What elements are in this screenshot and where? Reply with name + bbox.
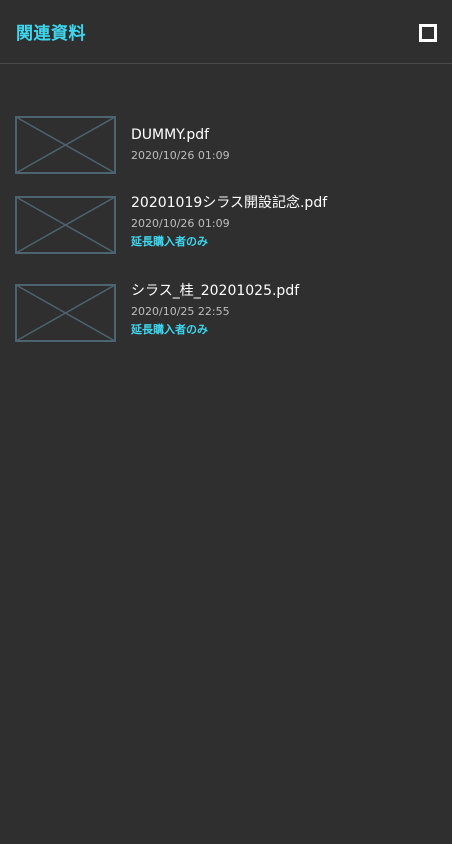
list-item[interactable]: DUMMY.pdf 2020/10/26 01:09 (0, 116, 452, 176)
square-close-icon[interactable] (419, 24, 437, 42)
file-name[interactable]: DUMMY.pdf (131, 126, 209, 144)
status-badge: 延長購入者のみ (131, 235, 208, 248)
list-item[interactable]: シラス_桂_20201025.pdf 2020/10/25 22:55 延長購入… (0, 282, 452, 344)
file-date: 2020/10/26 01:09 (131, 149, 230, 162)
status-badge: 延長購入者のみ (131, 323, 208, 336)
file-date: 2020/10/26 01:09 (131, 217, 230, 230)
placeholder-image-icon (15, 284, 116, 342)
list-item[interactable]: 20201019シラス開設記念.pdf 2020/10/26 01:09 延長購… (0, 194, 452, 256)
page-title: 関連資料 (16, 24, 86, 44)
placeholder-image-icon (15, 116, 116, 174)
file-date: 2020/10/25 22:55 (131, 305, 230, 318)
file-name[interactable]: 20201019シラス開設記念.pdf (131, 194, 327, 212)
placeholder-image-icon (15, 196, 116, 254)
file-name[interactable]: シラス_桂_20201025.pdf (131, 282, 299, 300)
header-bar: 関連資料 (0, 0, 452, 64)
